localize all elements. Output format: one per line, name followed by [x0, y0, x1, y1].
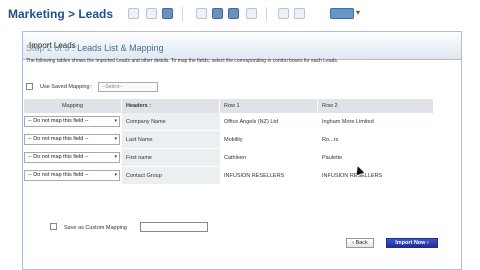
delete-icon[interactable]: [146, 8, 157, 19]
field-mapping-select[interactable]: -- Do not map this field -- ▾: [24, 152, 120, 163]
import-now-button[interactable]: Import Now ›: [386, 238, 438, 248]
field-mapping-value: -- Do not map this field --: [28, 154, 89, 160]
field-mapping-select[interactable]: -- Do not map this field -- ▾: [24, 134, 120, 145]
row2-cell: Ro...rs: [322, 137, 339, 143]
row1-cell: Mobility: [224, 137, 243, 143]
use-saved-mapping-checkbox[interactable]: [26, 83, 33, 90]
mapping-cell: -- Do not map this field -- ▾: [24, 131, 122, 149]
edit-icon[interactable]: [162, 8, 173, 19]
save-custom-mapping-checkbox[interactable]: [50, 223, 57, 230]
mapping-cell: -- Do not map this field -- ▾: [24, 113, 122, 131]
calendar-icon[interactable]: [212, 8, 223, 19]
column-header-row1: Row 1: [220, 99, 318, 113]
column-header-mapping: Mapping: [24, 99, 122, 113]
use-saved-mapping-label: Use Saved Mapping :: [40, 84, 93, 90]
header-cell: Last Name: [122, 131, 220, 149]
mapping-cell: -- Do not map this field -- ▾: [24, 167, 122, 185]
mapping-table: Mapping Headers : Row 1 Row 2 -- Do not …: [24, 99, 434, 217]
print-icon[interactable]: [196, 8, 207, 19]
toolbar-divider: [182, 7, 183, 21]
app-title: Marketing > Leads: [8, 7, 114, 21]
field-mapping-value: -- Do not map this field --: [28, 172, 89, 178]
top-bar: Marketing > Leads ▾: [0, 0, 480, 28]
row1-cell: Office Angels (NZ) Ltd: [224, 119, 279, 125]
row2-cell: Ingham More Limited: [322, 119, 374, 125]
save-icon[interactable]: [228, 8, 239, 19]
custom-mapping-name-input[interactable]: [140, 222, 208, 232]
back-button[interactable]: ‹ Back: [346, 238, 374, 248]
field-mapping-select[interactable]: -- Do not map this field -- ▾: [24, 170, 120, 181]
step-heading: Step 2 of 3 : Leads List & Mapping: [26, 43, 164, 53]
next-icon[interactable]: [294, 8, 305, 19]
header-cell: First name: [122, 149, 220, 167]
step-title: Leads List & Mapping: [77, 43, 164, 53]
prev-icon[interactable]: [278, 8, 289, 19]
column-header-headers: Headers :: [122, 99, 220, 113]
column-header-row2: Row 2: [318, 99, 434, 113]
field-mapping-value: -- Do not map this field --: [28, 136, 89, 142]
toolbar-divider: [266, 7, 267, 21]
save-custom-mapping-label: Save as Custom Mapping: [64, 225, 127, 231]
chevron-down-icon: ▾: [114, 136, 117, 142]
row1-cell: INFUSION RESELLERS: [224, 173, 285, 179]
row1-cell: Cathleen: [224, 155, 247, 161]
new-icon[interactable]: [128, 8, 139, 19]
mapping-cell: -- Do not map this field -- ▾: [24, 149, 122, 167]
saved-mapping-select[interactable]: --Select--: [98, 82, 158, 92]
chevron-down-icon[interactable]: ▾: [356, 8, 360, 17]
view-menu-icon[interactable]: [330, 8, 354, 19]
header-cell: Company Name: [122, 113, 220, 131]
description-text: The following tables shows the imported …: [26, 58, 339, 64]
chevron-down-icon: ▾: [114, 118, 117, 124]
step-indicator: Step 2 of 3 :: [26, 43, 75, 53]
row2-cell: INFUSION RESELLERS: [322, 173, 383, 179]
chevron-down-icon: ▾: [114, 154, 117, 160]
list-icon[interactable]: [246, 8, 257, 19]
row2-cell: Paulette: [322, 155, 343, 161]
field-mapping-select[interactable]: -- Do not map this field -- ▾: [24, 116, 120, 127]
chevron-down-icon: ▾: [114, 172, 117, 178]
header-cell: Contact Group: [122, 167, 220, 185]
field-mapping-value: -- Do not map this field --: [28, 118, 89, 124]
